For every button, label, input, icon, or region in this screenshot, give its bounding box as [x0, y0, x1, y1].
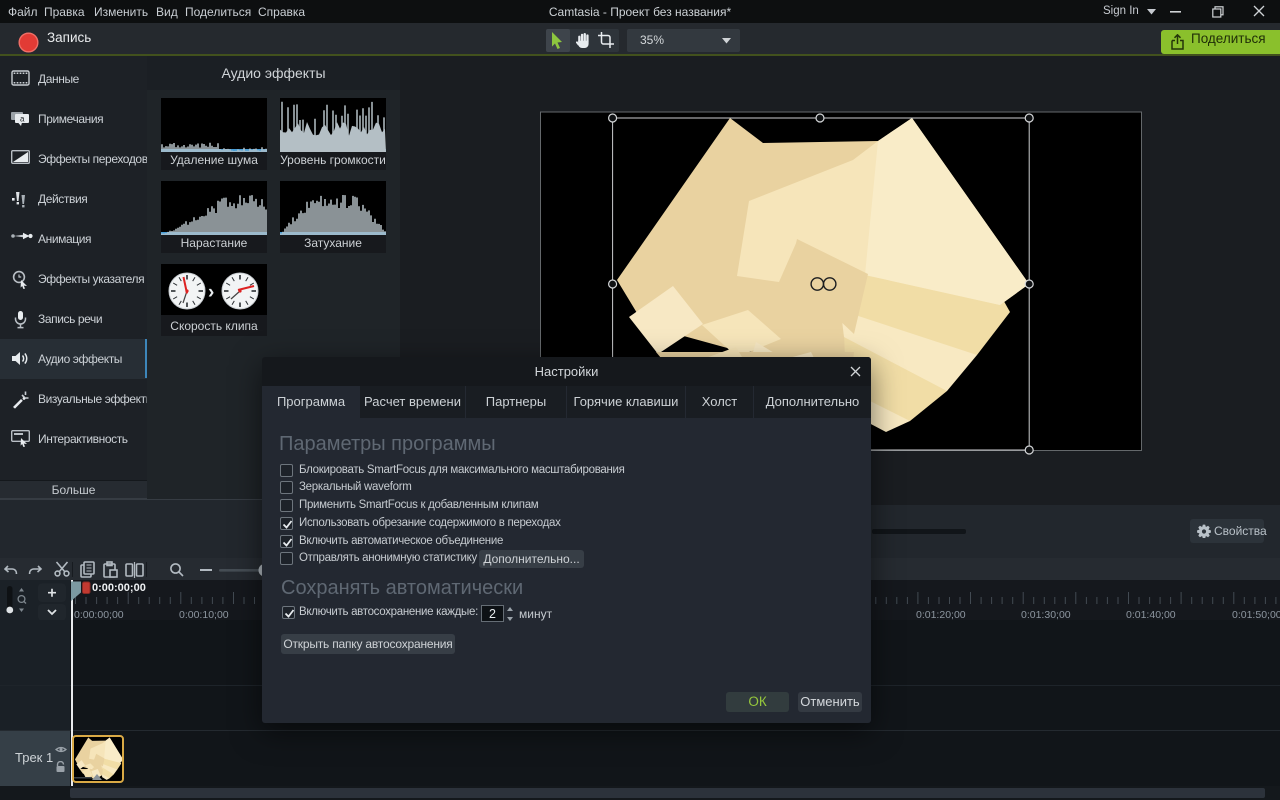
svg-text:0:01:20;00: 0:01:20;00: [916, 609, 966, 620]
svg-text:0:01:40;00: 0:01:40;00: [1126, 609, 1176, 620]
svg-text:›: ›: [208, 282, 214, 303]
svg-text:0:00:10;00: 0:00:10;00: [179, 609, 229, 620]
svg-text:0:00:00;00: 0:00:00;00: [74, 609, 124, 620]
svg-text:0:01:50;00: 0:01:50;00: [1232, 609, 1280, 620]
svg-text:0:01:30;00: 0:01:30;00: [1021, 609, 1071, 620]
